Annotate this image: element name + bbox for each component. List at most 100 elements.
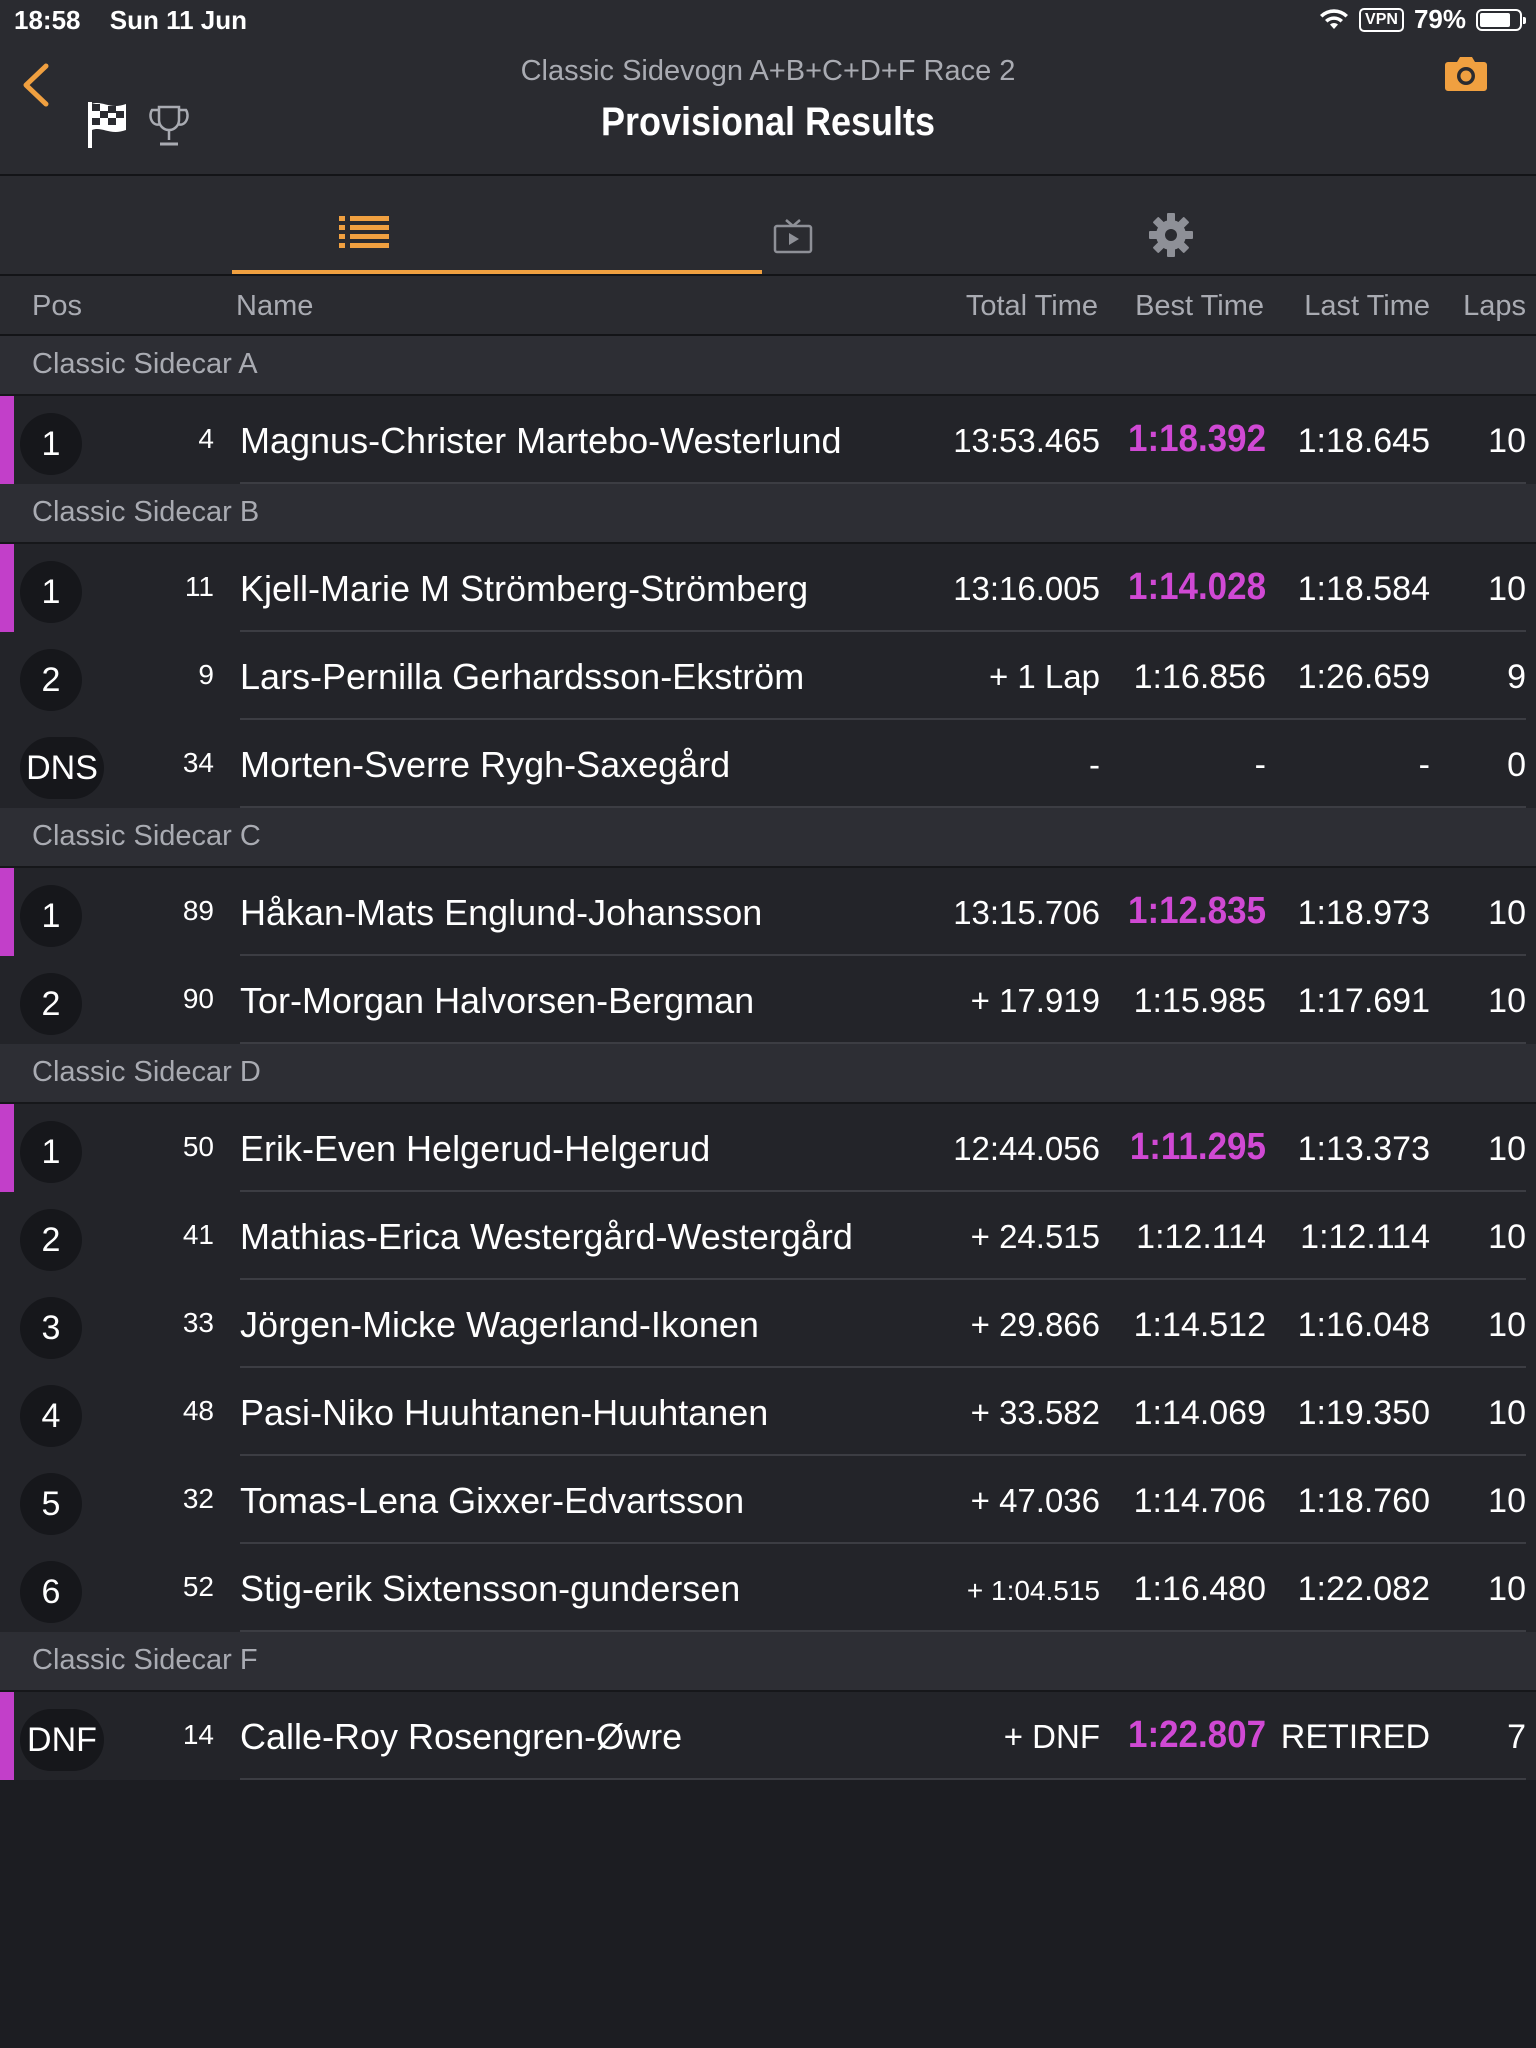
position-badge: 2 [20, 649, 82, 711]
result-row[interactable]: 4 48 Pasi-Niko Huuhtanen-Huuhtanen + 33.582… [0, 1368, 1536, 1456]
class-group-title: Classic Sidecar D [32, 1056, 261, 1088]
status-time: 18:58 [14, 5, 81, 35]
laps-count: 10 [1488, 1130, 1526, 1168]
col-pos[interactable]: Pos [32, 290, 82, 323]
result-row[interactable]: 5 32 Tomas-Lena Gixxer-Edvartsson + 47.036 1… [0, 1456, 1536, 1544]
result-row[interactable]: 1 4 Magnus-Christer Martebo-Westerlund 13:5… [0, 396, 1536, 484]
start-number: 48 [182, 1395, 214, 1426]
total-time: 13:15.706 [953, 894, 1100, 931]
start-number: 50 [182, 1131, 214, 1162]
rider-name: Calle-Roy Rosengren-Øwre [240, 1716, 683, 1757]
total-time: + 33.582 [970, 1394, 1100, 1431]
last-time: RETIRED [1280, 1718, 1430, 1756]
last-time: 1:12.114 [1300, 1218, 1430, 1256]
result-row[interactable]: 3 33 Jörgen-Micke Wagerland-Ikonen + 29.866… [0, 1280, 1536, 1368]
last-time: 1:22.082 [1297, 1570, 1430, 1608]
best-time: 1:11.295 [1129, 1126, 1266, 1168]
total-time: + 47.036 [970, 1482, 1100, 1519]
best-time: 1:12.835 [1127, 890, 1266, 932]
total-time: - [1089, 746, 1100, 783]
start-number: 11 [184, 571, 214, 602]
col-total-time[interactable]: Total Time [966, 290, 1098, 323]
laps-count: 10 [1488, 982, 1526, 1020]
last-time: 1:16.048 [1297, 1306, 1430, 1344]
position-badge: 3 [20, 1297, 82, 1359]
col-laps[interactable]: Laps [1463, 290, 1526, 323]
start-number: 14 [182, 1719, 214, 1750]
position-badge: 1 [20, 1121, 82, 1183]
total-time: + 1:04.515 [966, 1575, 1100, 1606]
class-leader-indicator [0, 544, 14, 632]
laps-count: 0 [1507, 746, 1526, 784]
rider-name: Tor-Morgan Halvorsen-Bergman [240, 980, 755, 1021]
tab-live-tv[interactable] [773, 176, 1173, 274]
class-group-header: Classic Sidecar D [0, 1044, 1536, 1104]
best-time: 1:22.807 [1127, 1714, 1266, 1756]
start-number: 34 [182, 747, 214, 778]
class-group-header: Classic Sidecar B [0, 484, 1536, 544]
laps-count: 7 [1507, 1718, 1526, 1756]
nav-header: Classic Sidevogn A+B+C+D+F Race 2 Provis… [0, 40, 1536, 176]
result-row[interactable]: 2 41 Mathias-Erica Westergård-Westergård + … [0, 1192, 1536, 1280]
total-time: + 17.919 [970, 982, 1100, 1019]
result-row[interactable]: 2 90 Tor-Morgan Halvorsen-Bergman + 17.919 1… [0, 956, 1536, 1044]
result-row[interactable]: 2 9 Lars-Pernilla Gerhardsson-Ekström + 1 L… [0, 632, 1536, 720]
position-badge: 1 [20, 561, 82, 623]
position-badge: DNS [20, 737, 104, 799]
class-group-header: Classic Sidecar A [0, 336, 1536, 396]
total-time: 12:44.056 [953, 1130, 1100, 1167]
col-best-time[interactable]: Best Time [1135, 290, 1264, 323]
total-time: + DNF [1003, 1718, 1100, 1755]
status-bar: 18:58 Sun 11 Jun VPN 79% [0, 0, 1536, 40]
status-date: Sun 11 Jun [109, 5, 247, 35]
results-table: Classic Sidecar A 1 4 Magnus-Christer Marte… [0, 336, 1536, 1780]
column-headers: Pos Name Total Time Best Time Last Time … [0, 276, 1536, 336]
tab-results-list[interactable] [232, 176, 762, 274]
rider-name: Jörgen-Micke Wagerland-Ikonen [240, 1304, 759, 1345]
best-time: 1:18.392 [1127, 418, 1266, 460]
start-number: 4 [198, 423, 214, 454]
last-time: 1:13.373 [1297, 1130, 1430, 1168]
total-time: 13:16.005 [953, 570, 1100, 607]
result-row[interactable]: 1 50 Erik-Even Helgerud-Helgerud 12:44.056 1… [0, 1104, 1536, 1192]
vpn-badge: VPN [1359, 7, 1404, 32]
rider-name: Kjell-Marie M Strömberg-Strömberg [240, 568, 809, 609]
result-row[interactable]: DNF 14 Calle-Roy Rosengren-Øwre + DNF 1:22.8… [0, 1692, 1536, 1780]
laps-count: 10 [1488, 422, 1526, 460]
laps-count: 10 [1488, 570, 1526, 608]
rider-name: Mathias-Erica Westergård-Westergård [240, 1216, 853, 1257]
result-row[interactable]: 1 89 Håkan-Mats Englund-Johansson 13:15.706… [0, 868, 1536, 956]
best-time: 1:14.706 [1133, 1482, 1266, 1520]
position-badge: 1 [20, 885, 82, 947]
battery-fill [1480, 12, 1511, 27]
col-last-time[interactable]: Last Time [1304, 290, 1430, 323]
class-group-title: Classic Sidecar A [32, 348, 258, 380]
col-name[interactable]: Name [236, 290, 313, 323]
page-title: Provisional Results [600, 100, 936, 144]
position-badge: 1 [20, 413, 82, 475]
best-time: 1:14.028 [1127, 566, 1266, 608]
laps-count: 10 [1488, 1570, 1526, 1608]
battery-percent: 79% [1413, 4, 1466, 34]
laps-count: 10 [1488, 894, 1526, 932]
result-row[interactable]: 1 11 Kjell-Marie M Strömberg-Strömberg 13:1… [0, 544, 1536, 632]
last-time: 1:18.760 [1297, 1482, 1430, 1520]
start-number: 33 [182, 1307, 214, 1338]
position-badge: DNF [20, 1709, 104, 1771]
rider-name: Håkan-Mats Englund-Johansson [240, 892, 763, 933]
camera-icon[interactable] [1444, 54, 1488, 92]
class-group-header: Classic Sidecar F [0, 1632, 1536, 1692]
rider-name: Stig-erik Sixtensson-gundersen [240, 1568, 741, 1609]
list-icon [339, 216, 389, 248]
best-time: 1:14.512 [1133, 1306, 1266, 1344]
last-time: 1:26.659 [1297, 658, 1430, 696]
start-number: 32 [182, 1483, 214, 1514]
tab-settings[interactable] [1148, 176, 1348, 274]
result-row[interactable]: DNS 34 Morten-Sverre Rygh-Saxegård - - - 0 [0, 720, 1536, 808]
class-group-title: Classic Sidecar F [32, 1644, 258, 1676]
last-time: 1:18.645 [1297, 422, 1430, 460]
last-time: 1:18.973 [1297, 894, 1430, 932]
result-row[interactable]: 6 52 Stig-erik Sixtensson-gundersen + 1:04.… [0, 1544, 1536, 1632]
total-time: 13:53.465 [953, 422, 1100, 459]
last-time: 1:17.691 [1297, 982, 1430, 1020]
